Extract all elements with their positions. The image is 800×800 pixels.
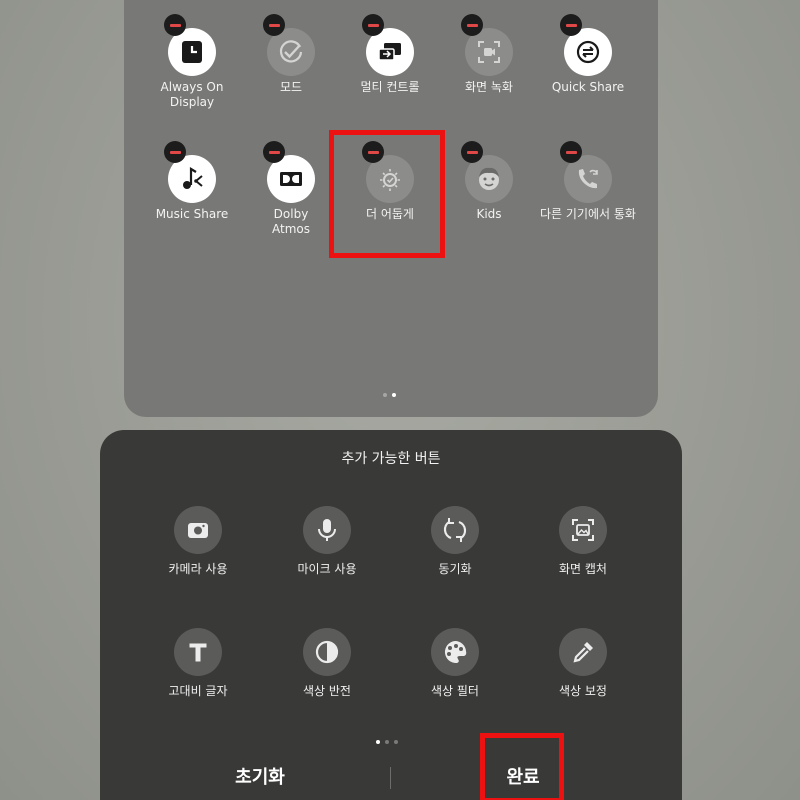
page-dot	[394, 740, 398, 744]
remove-icon[interactable]	[362, 14, 384, 36]
tile-screen-capture[interactable]: 화면 캡처	[528, 506, 638, 606]
screen-capture-icon	[572, 519, 594, 541]
available-buttons-panel: 추가 가능한 버튼 카메라 사용 마이크 사용 동기화 화면 캡처 고대비 글자…	[100, 430, 682, 800]
reset-button[interactable]: 초기화	[200, 763, 320, 793]
page-dot	[383, 393, 387, 397]
tile-color-correction[interactable]: 색상 보정	[528, 628, 638, 728]
tile-always-on-display[interactable]: Always On Display	[142, 14, 242, 128]
sync-icon	[443, 518, 467, 542]
page-indicator	[376, 740, 398, 744]
multi-screen-icon	[378, 43, 401, 61]
tile-color-filter[interactable]: 색상 필터	[400, 628, 510, 728]
remove-icon[interactable]	[263, 141, 285, 163]
remove-icon[interactable]	[560, 14, 582, 36]
tile-multi-control[interactable]: 멀티 컨트롤	[340, 14, 440, 128]
tile-call-other-devices[interactable]: 다른 기기에서 통화	[538, 141, 638, 255]
tile-label: Dolby Atmos	[272, 207, 310, 236]
page-dot-active	[392, 393, 396, 397]
tile-color-inversion[interactable]: 색상 반전	[272, 628, 382, 728]
tile-label: 카메라 사용	[168, 562, 228, 576]
tile-label: 모드	[279, 80, 303, 94]
tile-quick-share[interactable]: Quick Share	[538, 14, 638, 128]
dolby-icon	[280, 172, 302, 186]
tile-label: 다른 기기에서 통화	[540, 207, 636, 221]
remove-icon[interactable]	[263, 14, 285, 36]
check-circle-icon	[279, 40, 303, 63]
kids-face-icon	[479, 167, 499, 190]
tile-screen-recorder[interactable]: 화면 녹화	[439, 14, 539, 128]
tile-label: Quick Share	[551, 80, 625, 94]
remove-icon[interactable]	[461, 14, 483, 36]
highlight-box	[480, 733, 564, 800]
clock-icon	[182, 41, 202, 63]
text-t-icon	[188, 642, 208, 663]
page-dot-active	[376, 740, 380, 744]
mic-icon	[318, 519, 336, 541]
remove-icon[interactable]	[164, 14, 186, 36]
music-share-icon	[183, 167, 203, 189]
tile-mic-access[interactable]: 마이크 사용	[272, 506, 382, 606]
remove-icon[interactable]	[461, 141, 483, 163]
remove-icon[interactable]	[560, 141, 582, 163]
highlight-box	[329, 130, 445, 258]
tile-label: 마이크 사용	[297, 562, 357, 576]
tile-label: 화면 녹화	[465, 80, 513, 94]
page-dot	[385, 740, 389, 744]
tile-label: 고대비 글자	[168, 684, 228, 698]
tile-music-share[interactable]: Music Share	[142, 141, 242, 255]
screen-record-icon	[478, 41, 500, 63]
panel-title: 추가 가능한 버튼	[341, 451, 441, 467]
tile-label: Kids	[476, 207, 502, 221]
tile-label: 멀티 컨트롤	[360, 80, 420, 94]
palette-icon	[444, 640, 467, 664]
tile-label: Music Share	[155, 207, 229, 221]
tile-mode[interactable]: 모드	[241, 14, 341, 128]
share-arrows-icon	[576, 40, 600, 64]
tile-label: 화면 캡처	[559, 562, 607, 576]
tile-high-contrast-fonts[interactable]: 고대비 글자	[143, 628, 253, 728]
button-divider	[390, 767, 391, 789]
tile-label: 색상 필터	[431, 684, 479, 698]
phone-sync-icon	[578, 169, 598, 189]
tile-sync[interactable]: 동기화	[400, 506, 510, 606]
tile-camera-access[interactable]: 카메라 사용	[143, 506, 253, 606]
tile-kids[interactable]: Kids	[439, 141, 539, 255]
tile-label: 색상 보정	[559, 684, 607, 698]
page-indicator	[383, 393, 396, 397]
tile-label: 색상 반전	[303, 684, 351, 698]
tile-label: Always On Display	[160, 80, 224, 109]
tile-label: 동기화	[438, 562, 472, 576]
dropper-icon	[573, 642, 593, 663]
camera-icon	[188, 523, 208, 538]
remove-icon[interactable]	[164, 141, 186, 163]
invert-icon	[315, 640, 339, 664]
tile-dolby-atmos[interactable]: Dolby Atmos	[241, 141, 341, 255]
